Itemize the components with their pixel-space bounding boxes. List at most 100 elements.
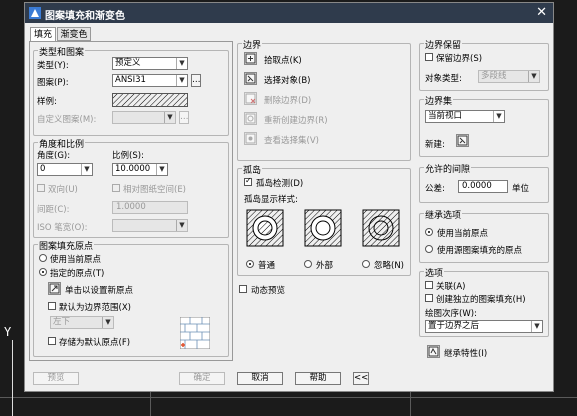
island-detection-label: 孤岛检测(D) <box>256 179 304 189</box>
canvas-grid-line <box>12 340 13 416</box>
bidirectional-checkbox[interactable] <box>37 184 45 192</box>
scale-select[interactable]: 10.0000 ▼ <box>112 163 168 176</box>
pick-origin-icon <box>49 283 60 294</box>
scale-label: 比例(S): <box>112 151 144 161</box>
separate-hatches-checkbox[interactable] <box>425 294 433 302</box>
dynamic-preview-checkbox[interactable] <box>239 285 247 293</box>
close-icon[interactable]: ✕ <box>536 5 547 20</box>
dialog-title: 图案填充和渐变色 <box>45 11 125 22</box>
specified-origin-label: 指定的原点(T) <box>50 269 105 279</box>
chevron-down-icon: ▼ <box>528 71 539 82</box>
island-ignore-icon[interactable] <box>362 209 400 247</box>
custom-pattern-browse-button[interactable]: … <box>179 111 189 124</box>
chevron-down-icon: ▼ <box>156 164 167 175</box>
angle-label: 角度(G): <box>37 151 71 161</box>
iso-pen-width-label: ISO 笔宽(O): <box>37 223 88 233</box>
retain-boundaries-label: 保留边界(S) <box>436 54 483 64</box>
use-current-origin-radio[interactable] <box>39 254 47 262</box>
cancel-button[interactable]: 取消 <box>237 372 283 385</box>
pattern-browse-button[interactable]: … <box>191 74 201 87</box>
hatch-gradient-dialog: 图案填充和渐变色 ✕ 填充 渐变色 类型和图案 类型(Y): 预定义 ▼ 图案(… <box>24 2 554 392</box>
chevron-down-icon: ▼ <box>493 111 504 122</box>
angle-scale-group: 角度和比例 角度(G): 0 ▼ 比例(S): 10.0000 ▼ 双向(U) … <box>33 137 229 238</box>
tolerance-field[interactable]: 0.0000 <box>458 180 508 193</box>
click-set-origin-button[interactable] <box>48 282 61 295</box>
inherit-use-source-label: 使用源图案填充的原点 <box>437 246 523 256</box>
island-normal-icon[interactable] <box>246 209 284 247</box>
iso-pen-width-select[interactable]: ▼ <box>112 219 188 232</box>
help-button[interactable]: 帮助 <box>295 372 341 385</box>
remove-boundaries-label: 删除边界(D) <box>264 96 312 106</box>
inherit-properties-button[interactable] <box>427 345 440 358</box>
associative-label: 关联(A) <box>436 282 466 292</box>
group-title: 类型和图案 <box>38 45 86 58</box>
type-select[interactable]: 预定义 ▼ <box>112 57 188 70</box>
select-objects-icon <box>245 73 256 84</box>
default-extent-checkbox[interactable] <box>48 302 56 310</box>
separate-hatches-label: 创建独立的图案填充(H) <box>436 295 526 305</box>
group-title: 允许的间隙 <box>424 162 472 175</box>
pattern-select[interactable]: ANSI31 ▼ <box>112 74 188 87</box>
view-selections-button[interactable] <box>244 132 257 145</box>
island-ignore-label: 忽略(N) <box>374 261 404 271</box>
canvas-grid-line <box>410 392 411 416</box>
group-title: 边界保留 <box>424 38 463 51</box>
group-title: 选项 <box>424 266 445 279</box>
add-pick-points-button[interactable] <box>244 52 257 65</box>
app-icon <box>29 7 41 19</box>
island-normal-radio[interactable] <box>246 260 254 268</box>
boundary-set-select[interactable]: 当前视口 ▼ <box>425 110 505 123</box>
angle-select[interactable]: 0 ▼ <box>37 163 93 176</box>
relative-paper-checkbox[interactable] <box>112 184 120 192</box>
group-title: 边界 <box>242 38 263 51</box>
remove-boundaries-button[interactable] <box>244 92 257 105</box>
pattern-sample-swatch[interactable] <box>112 93 188 107</box>
inherit-use-source-radio[interactable] <box>425 245 433 253</box>
options-group: 选项 关联(A) 创建独立的图案填充(H) 绘图次序(W): 置于边界之后 ▼ <box>419 266 549 337</box>
islands-group: 孤岛 孤岛检测(D) 孤岛显示样式: 普通 外部 忽略(N) <box>237 163 411 276</box>
island-ignore-radio[interactable] <box>362 260 370 268</box>
island-outer-radio[interactable] <box>304 260 312 268</box>
group-title: 边界集 <box>424 94 454 107</box>
chevron-down-icon: ▼ <box>164 112 175 123</box>
custom-pattern-select[interactable]: ▼ <box>112 111 176 124</box>
store-default-checkbox[interactable] <box>48 337 56 345</box>
island-detection-checkbox[interactable] <box>244 176 252 186</box>
tab-gradient[interactable]: 渐变色 <box>57 27 91 41</box>
boundary-retention-group: 边界保留 保留边界(S) 对象类型: 多段线 ▼ <box>419 38 549 91</box>
extent-position-select[interactable]: 左下 ▼ <box>50 316 114 329</box>
inherit-use-current-radio[interactable] <box>425 228 433 236</box>
view-selections-label: 查看选择集(V) <box>264 136 319 146</box>
island-outer-icon[interactable] <box>304 209 342 247</box>
canvas-grid-line <box>150 392 151 416</box>
inherit-options-group: 继承选项 使用当前原点 使用源图案填充的原点 <box>419 208 549 263</box>
collapse-button[interactable]: << <box>353 372 369 385</box>
chevron-down-icon: ▼ <box>176 58 187 69</box>
new-boundary-set-label: 新建: <box>425 140 445 150</box>
new-boundary-set-button[interactable] <box>456 134 469 147</box>
boundaries-group: 边界 拾取点(K) 选择对象(B) 删除边界(D) 重新创建边界(R) 查看选择… <box>237 38 411 161</box>
associative-checkbox[interactable] <box>425 281 433 289</box>
recreate-boundary-button[interactable] <box>244 112 257 125</box>
preview-button[interactable]: 预览 <box>33 372 79 385</box>
type-label: 类型(Y): <box>37 61 69 71</box>
ok-button[interactable]: 确定 <box>179 372 225 385</box>
canvas-y-axis-label: Y <box>4 325 12 339</box>
bidirectional-label: 双向(U) <box>48 185 78 195</box>
object-type-select[interactable]: 多段线 ▼ <box>478 70 540 83</box>
retain-boundaries-checkbox[interactable] <box>425 53 433 61</box>
origin-preview-icon <box>180 317 210 349</box>
draw-order-select[interactable]: 置于边界之后 ▼ <box>425 320 543 333</box>
custom-pattern-label: 自定义图案(M): <box>37 115 97 125</box>
spacing-field[interactable]: 1.0000 <box>112 201 188 214</box>
chevron-down-icon: ▼ <box>81 164 92 175</box>
specified-origin-radio[interactable] <box>39 268 47 276</box>
default-extent-label: 默认为边界范围(X) <box>59 303 131 313</box>
inherit-use-current-label: 使用当前原点 <box>437 229 489 239</box>
dynamic-preview-label: 动态预览 <box>251 286 286 296</box>
object-type-label: 对象类型: <box>425 74 462 84</box>
add-select-objects-button[interactable] <box>244 72 257 85</box>
relative-paper-label: 相对图纸空间(E) <box>123 185 187 195</box>
draw-order-label: 绘图次序(W): <box>425 309 477 319</box>
type-pattern-group: 类型和图案 类型(Y): 预定义 ▼ 图案(P): ANSI31 ▼ … 样例: <box>33 45 229 136</box>
